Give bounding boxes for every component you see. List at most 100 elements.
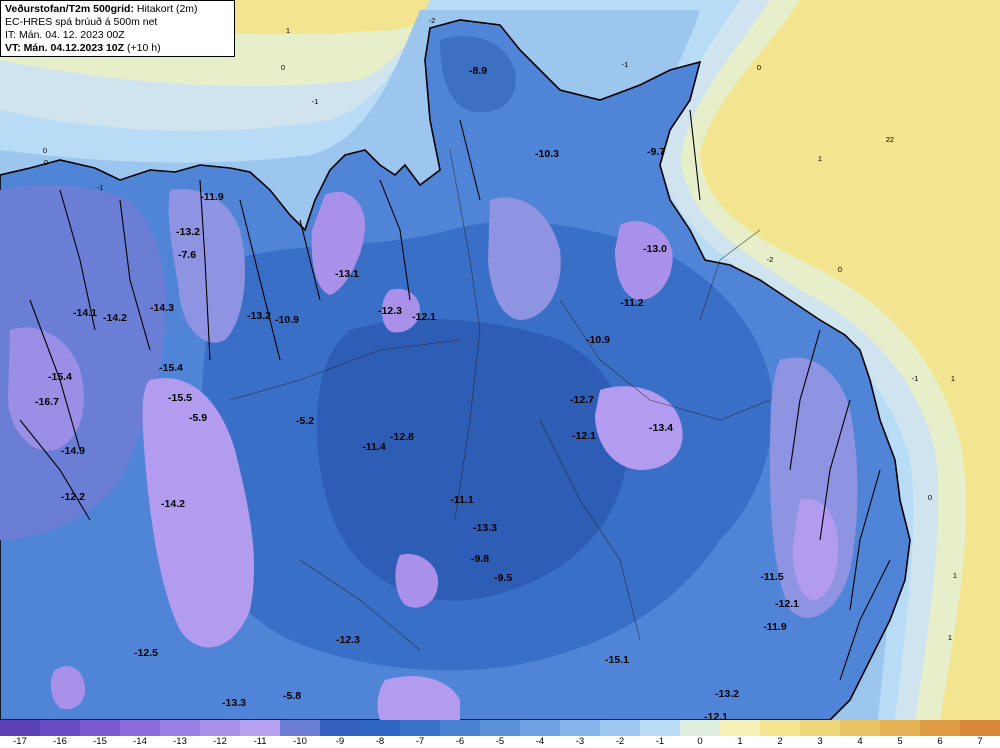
max-value-label: -12.1: [572, 430, 596, 442]
scale-swatch: [400, 720, 440, 736]
scale-swatch: [440, 720, 480, 736]
map-title: Veðurstofan/T2m 500grid:: [5, 3, 134, 15]
max-value-label: -12.3: [378, 305, 402, 317]
scale-swatch: [120, 720, 160, 736]
isoline-label: 0: [44, 158, 48, 167]
scale-tick-label: -13: [173, 736, 187, 747]
scale-tick-label: -15: [93, 736, 107, 747]
scale-tick-label: -1: [655, 736, 665, 747]
scale-tick-label: -2: [615, 736, 625, 747]
scale-tick-label: 7: [977, 736, 983, 747]
max-value-label: -13.4: [649, 422, 673, 434]
scale-tick-label: -14: [133, 736, 147, 747]
max-value-label: -12.3: [336, 634, 360, 646]
isoline-label: 1: [948, 633, 952, 642]
scale-swatch: [800, 720, 840, 736]
max-value-label: -11.9: [763, 621, 787, 633]
scale-swatch: [360, 720, 400, 736]
max-value-label: -9.7: [647, 146, 665, 158]
max-value-label: -5.8: [283, 690, 301, 702]
isoline-label: -1: [912, 374, 919, 383]
max-value-label: -8.9: [469, 65, 487, 77]
scale-swatch: [640, 720, 680, 736]
title-line: Veðurstofan/T2m 500grid: Hitakort (2m): [5, 3, 230, 16]
max-value-label: -10.9: [586, 334, 610, 346]
max-value-label: -9.8: [471, 553, 489, 565]
scale-tick-label: -10: [293, 736, 307, 747]
isoline-label: -1: [97, 183, 104, 192]
max-value-label: -5.9: [189, 412, 207, 424]
scale-swatch: [880, 720, 920, 736]
isoline-label: -1: [622, 60, 629, 69]
max-value-label: -12.2: [61, 491, 85, 503]
scale-tick-label: 2: [777, 736, 783, 747]
max-value-label: -13.2: [715, 688, 739, 700]
scale-tick-label: 3: [817, 736, 823, 747]
init-time-line: IT: Mán. 04. 12. 2023 00Z: [5, 29, 125, 41]
isoline-label: 0: [838, 265, 842, 274]
max-value-label: -11.2: [620, 297, 644, 309]
scale-swatch: [600, 720, 640, 736]
scale-swatch: [920, 720, 960, 736]
legend-title-box: Veðurstofan/T2m 500grid: Hitakort (2m) E…: [0, 0, 235, 57]
max-value-label: -13.0: [643, 243, 667, 255]
max-value-label: -13.1: [335, 268, 359, 280]
isoline-label: 1: [818, 154, 822, 163]
max-value-label: -5.2: [296, 415, 314, 427]
scale-tick-label: -11: [253, 736, 267, 747]
scale-swatch: [0, 720, 40, 736]
scale-swatch: [960, 720, 1000, 736]
max-value-label: -12.1: [412, 311, 436, 323]
scale-tick-label: 0: [697, 736, 703, 747]
max-value-label: -13.3: [473, 522, 497, 534]
isoline-label: 0: [757, 63, 761, 72]
scale-tick-label: -16: [53, 736, 67, 747]
scale-tick-label: -17: [13, 736, 27, 747]
isoline-label: 1: [951, 374, 955, 383]
max-value-label: -12.1: [775, 598, 799, 610]
max-value-label: -13.3: [222, 697, 246, 709]
scale-swatch: [280, 720, 320, 736]
scale-tick-label: -3: [575, 736, 585, 747]
max-value-label: -15.4: [159, 362, 183, 374]
scale-swatch: [240, 720, 280, 736]
isoline-label: 0: [928, 493, 932, 502]
max-value-label: -12.8: [390, 431, 414, 443]
scale-tick-label: -9: [335, 736, 345, 747]
color-scale-bar: [0, 720, 1000, 736]
max-value-label: -14.3: [150, 302, 174, 314]
scale-tick-label: -4: [535, 736, 545, 747]
max-value-label: -10.3: [535, 148, 559, 160]
scale-swatch: [840, 720, 880, 736]
scale-tick-label: 5: [897, 736, 903, 747]
scale-swatch: [480, 720, 520, 736]
valid-time: VT: Mán. 04.12.2023 10Z: [5, 42, 125, 54]
scale-swatch: [320, 720, 360, 736]
scale-swatch: [760, 720, 800, 736]
isoline-label: 0: [281, 63, 285, 72]
scale-swatch: [680, 720, 720, 736]
max-value-label: -12.7: [570, 394, 594, 406]
max-value-label: -11.4: [362, 441, 386, 453]
color-scale: -17 -16 -15 -14 -13 -12 -11 -10 -9 -8 -7 -6 -5 -4 -3 -2…: [0, 720, 1000, 748]
valid-time-line: VT: Mán. 04.12.2023 10Z (+10 h): [5, 42, 230, 55]
isoline-label: -2: [429, 16, 436, 25]
scale-swatch: [720, 720, 760, 736]
scale-swatch: [40, 720, 80, 736]
scale-tick-label: 6: [937, 736, 943, 747]
lead-time: (+10 h): [127, 42, 161, 54]
scale-tick-label: -7: [415, 736, 425, 747]
max-value-label: -12.5: [134, 647, 158, 659]
max-value-label: -13.2: [176, 226, 200, 238]
max-value-label: -15.5: [168, 392, 192, 404]
max-value-label: -14.9: [61, 445, 85, 457]
isoline-label: -2: [767, 255, 774, 264]
max-value-label: -14.1: [73, 307, 97, 319]
scale-swatch: [520, 720, 560, 736]
max-value-label: -11.9: [200, 191, 224, 203]
max-value-label: -15.1: [605, 654, 629, 666]
max-value-label: -7.6: [178, 249, 196, 261]
scale-tick-label: 1: [737, 736, 743, 747]
color-scale-ticks: -17 -16 -15 -14 -13 -12 -11 -10 -9 -8 -7 -6 -5 -4 -3 -2…: [0, 736, 1000, 748]
scale-swatch: [160, 720, 200, 736]
